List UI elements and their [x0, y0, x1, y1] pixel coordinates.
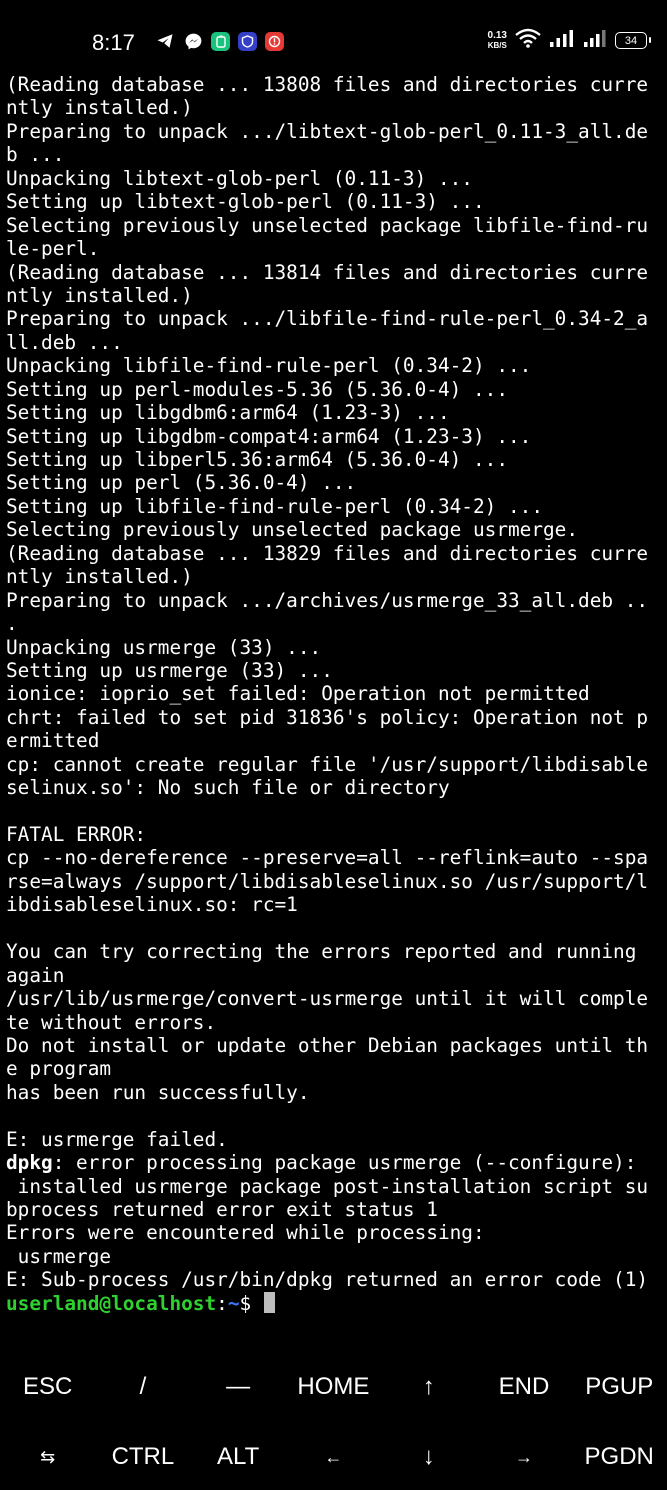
terminal-line: Setting up perl (5.36.0-4) ... — [6, 471, 357, 495]
terminal-line: You can try correcting the errors report… — [6, 940, 637, 964]
terminal-line: rse=always /support/libdisableselinux.so… — [6, 869, 649, 893]
tab-key[interactable]: ⇆ — [0, 1433, 95, 1481]
terminal-line: Setting up libgdbm-compat4:arm64 (1.23-3… — [6, 424, 532, 448]
telegram-icon — [155, 31, 175, 51]
terminal-line: Preparing to unpack .../libtext-glob-per… — [6, 119, 649, 143]
terminal-line: Unpacking libfile-find-rule-perl (0.34-2… — [6, 354, 532, 378]
alt-key[interactable]: ALT — [191, 1433, 286, 1481]
page-up-key[interactable]: PGUP — [572, 1363, 667, 1411]
terminal-line: bprocess returned error exit status 1 — [6, 1198, 438, 1221]
network-speed: 0.13 KB/S — [487, 29, 507, 51]
terminal-line: dpkg: error processing package usrmerge … — [6, 1151, 664, 1174]
terminal-line: Errors were encountered while processing… — [6, 1221, 485, 1245]
terminal-line: E: usrmerge failed. — [6, 1127, 228, 1151]
terminal-line: Setting up libperl5.36:arm64 (5.36.0-4) … — [6, 448, 508, 471]
terminal-line: Do not install or update other Debian pa… — [6, 1033, 649, 1057]
terminal-line: Preparing to unpack .../archives/usrmerg… — [6, 588, 649, 612]
network-speed-unit: KB/S — [487, 40, 507, 50]
dash-key[interactable]: — — [191, 1363, 286, 1411]
slash-key[interactable]: / — [95, 1363, 190, 1411]
terminal-line: E: Sub-process /usr/bin/dpkg returned an… — [6, 1268, 649, 1292]
terminal-line: b ... — [6, 143, 65, 167]
ctrl-key[interactable]: CTRL — [95, 1433, 190, 1481]
vpn-app-icon — [238, 31, 257, 51]
terminal-line: Setting up libtext-glob-perl (0.11-3) ..… — [6, 190, 485, 214]
terminal-line: e program — [6, 1057, 112, 1081]
terminal-line: te without errors. — [6, 1010, 217, 1034]
terminal-line: Selecting previously unselected package … — [6, 213, 649, 237]
terminal-line: Unpacking usrmerge (33) ... — [6, 635, 322, 659]
system-indicators: 0.13 KB/S 34 — [487, 28, 651, 53]
network-speed-value: 0.13 — [487, 29, 507, 41]
prompt-colon: : — [216, 1291, 228, 1315]
esc-key[interactable]: ESC — [0, 1363, 95, 1411]
prompt-line: userland@localhost:~$ — [6, 1291, 664, 1315]
arrow-up-key[interactable]: ↑ — [381, 1363, 476, 1411]
terminal-line: cp: cannot create regular file '/usr/sup… — [6, 752, 649, 776]
terminal-line: selinux.so': No such file or directory — [6, 776, 450, 800]
terminal-line: Preparing to unpack .../libfile-find-rul… — [6, 307, 649, 331]
terminal-line: (Reading database ... 13829 files and di… — [6, 541, 649, 565]
terminal-line: ibdisableselinux.so: rc=1 — [6, 893, 298, 917]
terminal-line: Setting up libgdbm6:arm64 (1.23-3) ... — [6, 401, 450, 425]
battery-indicator: 34 — [615, 32, 651, 49]
terminal-line: Selecting previously unselected package … — [6, 518, 579, 542]
terminal-line: (Reading database ... 13808 files and di… — [6, 73, 649, 96]
status-bar: 8:17 0.13 KB/S 34 — [0, 0, 667, 80]
messenger-icon — [183, 31, 203, 51]
terminal-line: ntly installed.) — [6, 283, 193, 307]
extra-keys-row-1: ESC / — HOME ↑ END PGUP — [0, 1363, 667, 1411]
prompt-path: ~ — [227, 1291, 240, 1315]
terminal-line: ionice: ioprio_set failed: Operation not… — [6, 682, 590, 706]
terminal-line: cp --no-dereference --preserve=all --ref… — [6, 846, 649, 870]
terminal-line: (Reading database ... 13814 files and di… — [6, 260, 649, 284]
arrow-right-key[interactable]: → — [476, 1433, 571, 1481]
terminal-line: ermitted — [6, 729, 100, 753]
alert-app-icon — [265, 31, 284, 51]
terminal-line: Setting up libfile-find-rule-perl (0.34-… — [6, 494, 544, 518]
prompt-symbol: $ — [239, 1291, 263, 1315]
signal-strength-2-icon — [583, 29, 607, 52]
terminal-line: le-perl. — [6, 237, 100, 261]
terminal-line: ntly installed.) — [6, 565, 193, 589]
terminal-line: Setting up usrmerge (33) ... — [6, 658, 333, 682]
terminal-line: . — [6, 612, 18, 636]
extra-keys-row-2: ⇆ CTRL ALT ← ↓ → PGDN — [0, 1433, 667, 1481]
terminal-cursor — [263, 1291, 275, 1313]
home-key[interactable]: HOME — [286, 1363, 381, 1411]
terminal-line: installed usrmerge package post-installa… — [6, 1174, 649, 1198]
terminal-line: ntly installed.) — [6, 96, 193, 120]
page-down-key[interactable]: PGDN — [572, 1433, 667, 1481]
prompt-user-host: userland@localhost — [6, 1291, 217, 1315]
notification-icons — [155, 31, 284, 51]
terminal-line: has been run successfully. — [6, 1080, 310, 1104]
end-key[interactable]: END — [476, 1363, 571, 1411]
wifi-icon — [515, 28, 541, 53]
terminal-line: FATAL ERROR: — [6, 823, 147, 846]
terminal-line: /usr/lib/usrmerge/convert-usrmerge until… — [6, 987, 649, 1011]
arrow-left-key[interactable]: ← — [286, 1433, 381, 1481]
dpkg-message: : error processing package usrmerge (--c… — [52, 1151, 637, 1175]
dpkg-label: dpkg — [6, 1151, 53, 1175]
terminal-line: ll.deb ... — [6, 330, 123, 354]
arrow-down-key[interactable]: ↓ — [381, 1433, 476, 1481]
battery-app-icon — [211, 31, 230, 51]
terminal-line: Unpacking libtext-glob-perl (0.11-3) ... — [6, 166, 473, 190]
terminal-line: Setting up perl-modules-5.36 (5.36.0-4) … — [6, 377, 508, 401]
status-time: 8:17 — [92, 30, 135, 55]
terminal-line: chrt: failed to set pid 31836's policy: … — [6, 705, 649, 729]
terminal-line: again — [6, 963, 65, 987]
signal-strength-icon — [549, 29, 575, 52]
terminal-output[interactable]: (Reading database ... 13808 files and di… — [6, 73, 664, 1315]
terminal-line: usrmerge — [6, 1244, 112, 1268]
